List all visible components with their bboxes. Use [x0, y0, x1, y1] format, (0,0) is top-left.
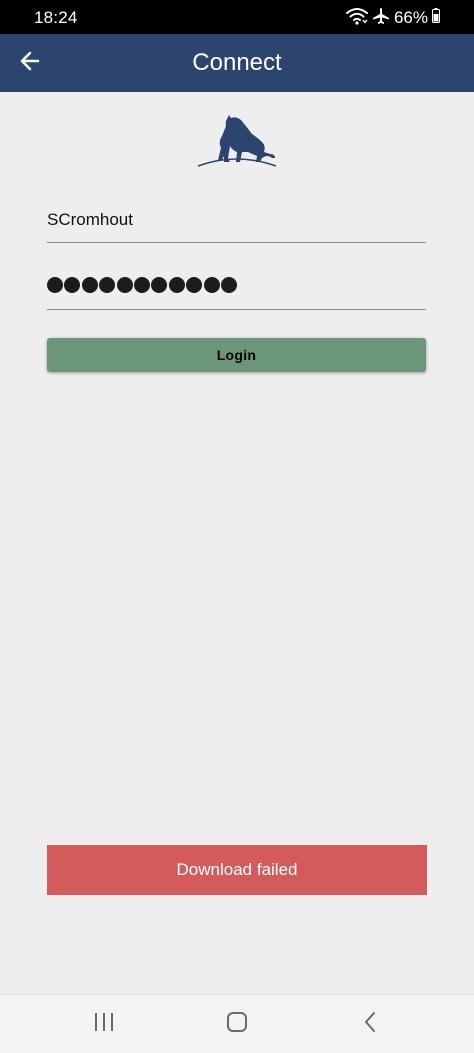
recents-icon	[93, 1012, 115, 1037]
login-button[interactable]: Login	[47, 338, 426, 372]
password-dot	[220, 276, 237, 293]
password-dot	[64, 276, 81, 293]
battery-percent: 66%	[393, 8, 428, 27]
password-dot	[116, 276, 133, 293]
password-dot	[203, 276, 220, 293]
wifi-icon	[345, 7, 368, 30]
password-dot	[186, 276, 203, 293]
system-nav-bar	[0, 994, 474, 1053]
password-dot	[151, 276, 168, 293]
password-dot	[47, 276, 63, 293]
password-dot	[168, 276, 185, 293]
status-bar: 18:24 66%	[0, 0, 474, 34]
error-toast: Download failed	[47, 845, 427, 895]
home-icon	[226, 1011, 248, 1038]
password-dot	[133, 276, 150, 293]
app-bar: Connect	[0, 34, 474, 92]
battery-icon	[432, 8, 440, 28]
phone-screen: 18:24 66% Connect SCromhout Login Downlo…	[0, 0, 474, 1053]
panther-logo	[196, 112, 278, 170]
page-title: Connect	[192, 49, 282, 76]
airplane-icon	[372, 7, 390, 30]
password-mask	[47, 273, 238, 299]
password-field[interactable]	[47, 262, 426, 310]
back-icon	[362, 1011, 378, 1038]
username-field[interactable]: SCromhout	[47, 204, 426, 243]
password-dot	[99, 276, 116, 293]
status-time: 18:24	[34, 8, 78, 27]
home-button[interactable]	[215, 1007, 259, 1041]
recents-button[interactable]	[82, 1007, 126, 1041]
system-back-button[interactable]	[348, 1007, 392, 1041]
password-dot	[81, 276, 98, 293]
status-icons: 66%	[345, 7, 440, 30]
